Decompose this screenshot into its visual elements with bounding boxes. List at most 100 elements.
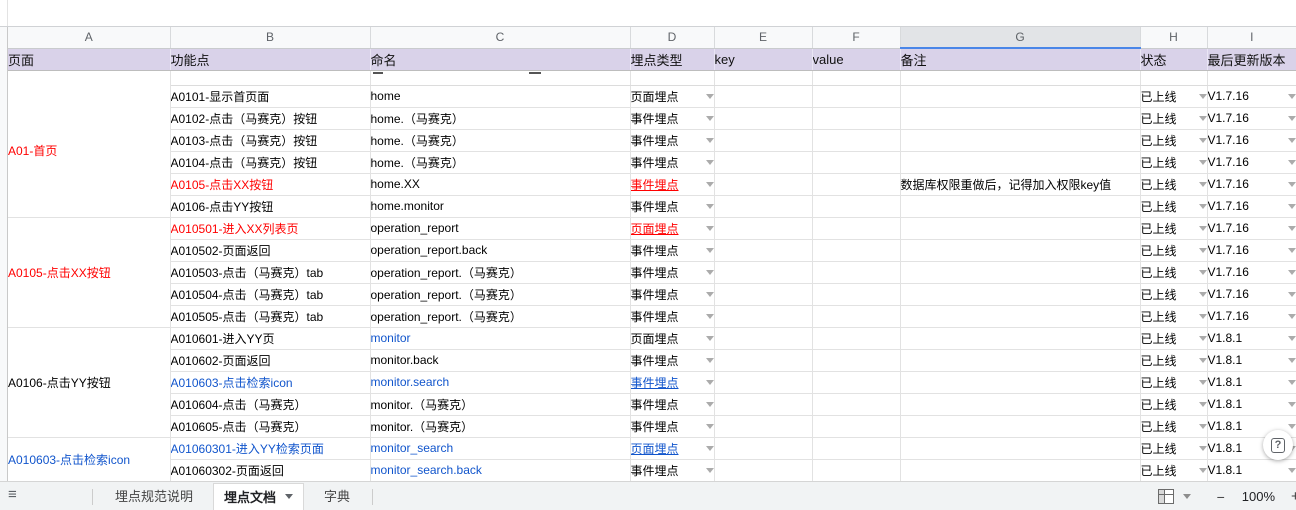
cell-key[interactable] [714, 195, 812, 217]
dropdown-caret-icon[interactable] [1288, 94, 1296, 99]
cell-remark[interactable] [900, 371, 1140, 393]
sheet-tab[interactable]: 字典 [310, 482, 364, 510]
cell-value[interactable] [812, 151, 900, 173]
cell-type[interactable]: 事件埋点 [630, 459, 714, 481]
column-header-f[interactable]: F [812, 27, 900, 48]
cell-value[interactable] [812, 437, 900, 459]
dropdown-caret-icon[interactable] [1288, 138, 1296, 143]
cell-status[interactable]: 已上线 [1140, 85, 1207, 107]
cell-type[interactable]: 事件埋点 [630, 283, 714, 305]
cell-name[interactable]: monitor.（马赛克） [370, 393, 630, 415]
cell-feature[interactable]: A010601-进入YY页 [170, 327, 370, 349]
cell-name[interactable]: monitor [370, 327, 630, 349]
dropdown-caret-icon[interactable] [1288, 204, 1296, 209]
cell-remark[interactable] [900, 349, 1140, 371]
cell-value[interactable] [812, 107, 900, 129]
field-header-cell[interactable]: 页面 [8, 48, 170, 70]
cell-key[interactable] [714, 261, 812, 283]
dropdown-caret-icon[interactable] [706, 270, 714, 275]
cell-type[interactable]: 事件埋点 [630, 239, 714, 261]
dropdown-caret-icon[interactable] [1288, 358, 1296, 363]
cell-key[interactable] [714, 173, 812, 195]
cell-version[interactable]: V1.7.16 [1207, 217, 1296, 239]
cell-remark[interactable] [900, 459, 1140, 481]
cell-key[interactable] [714, 239, 812, 261]
cell-key[interactable] [714, 349, 812, 371]
cell-name[interactable]: operation_report.（马赛克） [370, 305, 630, 327]
dropdown-caret-icon[interactable] [706, 94, 714, 99]
column-header-a[interactable]: A [8, 27, 170, 48]
dropdown-caret-icon[interactable] [1199, 226, 1207, 231]
cell-version[interactable]: V1.7.16 [1207, 85, 1296, 107]
cell-value[interactable] [812, 85, 900, 107]
cell-value[interactable] [812, 415, 900, 437]
dropdown-caret-icon[interactable] [1288, 160, 1296, 165]
cell-remark[interactable] [900, 261, 1140, 283]
column-header-e[interactable]: E [714, 27, 812, 48]
dropdown-caret-icon[interactable] [1288, 292, 1296, 297]
cell-name[interactable]: monitor.search [370, 371, 630, 393]
cell-remark[interactable] [900, 415, 1140, 437]
cell-version[interactable]: V1.8.1 [1207, 349, 1296, 371]
cell-remark[interactable] [900, 151, 1140, 173]
cell-value[interactable] [812, 459, 900, 481]
cell-version[interactable]: V1.7.16 [1207, 195, 1296, 217]
dropdown-caret-icon[interactable] [1199, 336, 1207, 341]
cell-feature[interactable]: A0106-点击YY按钮 [170, 195, 370, 217]
zoom-in-button[interactable]: + [1291, 488, 1296, 505]
cell-key[interactable] [714, 85, 812, 107]
cell-value[interactable] [812, 349, 900, 371]
cell-type[interactable]: 事件埋点 [630, 129, 714, 151]
dropdown-caret-icon[interactable] [706, 116, 714, 121]
cell-feature[interactable]: A0102-点击（马赛克）按钮 [170, 107, 370, 129]
cell-value[interactable] [812, 173, 900, 195]
cell-key[interactable] [714, 129, 812, 151]
dropdown-caret-icon[interactable] [706, 160, 714, 165]
cell-remark[interactable] [900, 239, 1140, 261]
cell-feature[interactable]: A0105-点击XX按钮 [170, 173, 370, 195]
cell-status[interactable]: 已上线 [1140, 129, 1207, 151]
dropdown-caret-icon[interactable] [1199, 94, 1207, 99]
cell-feature[interactable]: A01060302-页面返回 [170, 459, 370, 481]
sheet-tab[interactable]: 埋点规范说明 [101, 482, 207, 510]
field-header-cell[interactable]: 命名 [370, 48, 630, 70]
cell-type[interactable]: 事件埋点 [630, 107, 714, 129]
cell-status[interactable]: 已上线 [1140, 305, 1207, 327]
cell-value[interactable] [812, 239, 900, 261]
cell-status[interactable]: 已上线 [1140, 195, 1207, 217]
cell-feature[interactable]: A01060301-进入YY检索页面 [170, 437, 370, 459]
column-header-h[interactable]: H [1140, 27, 1207, 48]
dropdown-caret-icon[interactable] [706, 446, 714, 451]
cell-key[interactable] [714, 415, 812, 437]
cell-name[interactable]: home.monitor [370, 195, 630, 217]
field-header-cell[interactable]: 埋点类型 [630, 48, 714, 70]
cell-version[interactable]: V1.7.16 [1207, 261, 1296, 283]
cell-value[interactable] [812, 305, 900, 327]
dropdown-caret-icon[interactable] [706, 336, 714, 341]
dropdown-caret-icon[interactable] [706, 138, 714, 143]
dropdown-caret-icon[interactable] [706, 226, 714, 231]
cell-type[interactable]: 事件埋点 [630, 261, 714, 283]
cell-type[interactable]: 事件埋点 [630, 393, 714, 415]
cell-feature[interactable]: A010604-点击（马赛克） [170, 393, 370, 415]
cell-remark[interactable] [900, 327, 1140, 349]
cell-value[interactable] [812, 195, 900, 217]
dropdown-caret-icon[interactable] [1199, 292, 1207, 297]
dropdown-caret-icon[interactable] [1288, 182, 1296, 187]
dropdown-caret-icon[interactable] [706, 182, 714, 187]
dropdown-caret-icon[interactable] [1288, 116, 1296, 121]
merged-page-cell[interactable]: A010603-点击检索icon [8, 437, 170, 481]
cell-version[interactable]: V1.7.16 [1207, 107, 1296, 129]
cell-value[interactable] [812, 327, 900, 349]
cell-type[interactable]: 事件埋点 [630, 305, 714, 327]
cell-key[interactable] [714, 327, 812, 349]
cell-version[interactable]: V1.7.16 [1207, 283, 1296, 305]
cell-remark[interactable] [900, 437, 1140, 459]
cell-feature[interactable]: A010504-点击（马赛克）tab [170, 283, 370, 305]
column-header-d[interactable]: D [630, 27, 714, 48]
zoom-level[interactable]: 100% [1242, 489, 1275, 504]
cell-feature[interactable]: A010503-点击（马赛克）tab [170, 261, 370, 283]
dropdown-caret-icon[interactable] [706, 358, 714, 363]
cell-name[interactable]: operation_report.back [370, 239, 630, 261]
dropdown-caret-icon[interactable] [1199, 314, 1207, 319]
